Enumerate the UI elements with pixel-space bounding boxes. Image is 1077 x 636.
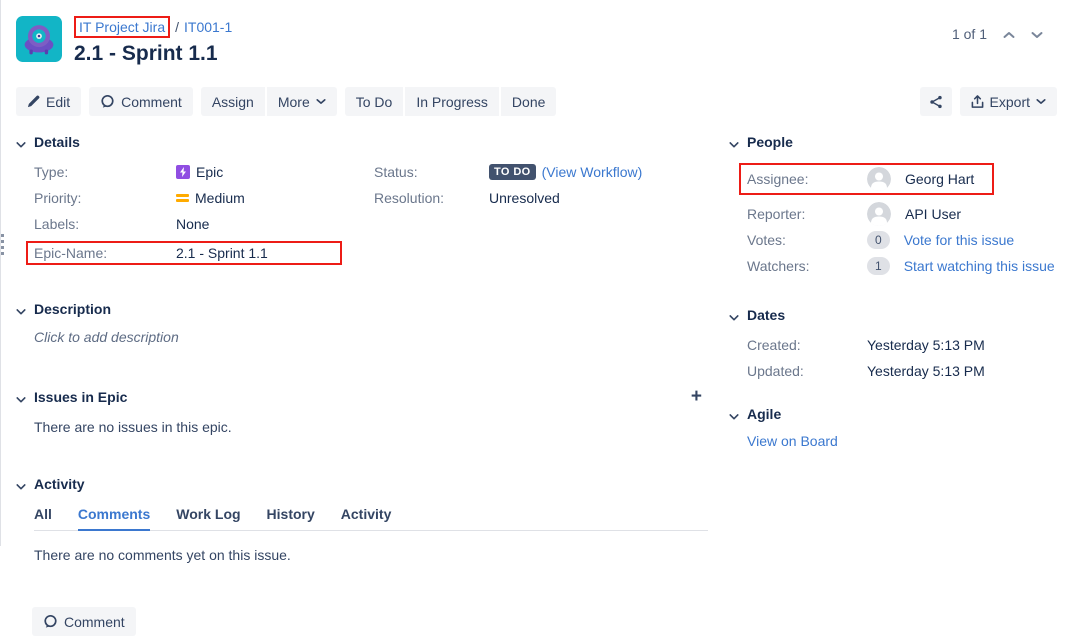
description-placeholder[interactable]: Click to add description (34, 329, 708, 345)
field-resolution: Resolution: Unresolved (374, 189, 708, 207)
chevron-down-icon[interactable] (16, 479, 26, 489)
upload-icon (971, 95, 984, 109)
edit-button[interactable]: Edit (16, 87, 81, 116)
reporter-name: API User (905, 205, 961, 223)
footer-comment-button[interactable]: Comment (32, 607, 136, 636)
details-title: Details (34, 134, 80, 150)
description-section: Description Click to add description (16, 301, 708, 345)
medium-priority-bars-icon (176, 193, 189, 203)
issue-content: Details Type: Epic Priority: (0, 116, 1077, 636)
chevron-down-icon[interactable] (729, 137, 739, 147)
annotation-box-assignee: Assignee: Georg Hart (739, 163, 994, 195)
issues-in-epic-section: Issues in Epic + There are no issues in … (16, 389, 708, 435)
agile-title: Agile (747, 406, 781, 422)
field-type: Type: Epic (34, 163, 374, 181)
breadcrumb: IT Project Jira / IT001-1 (74, 16, 232, 38)
field-votes: Votes: 0 Vote for this issue (747, 231, 1057, 249)
activity-section: Activity All Comments Work Log History A… (16, 476, 708, 563)
breadcrumb-separator: / (175, 18, 179, 36)
assign-more-group: Assign More (201, 87, 337, 116)
comment-button[interactable]: Comment (89, 87, 193, 116)
share-button[interactable] (920, 87, 952, 116)
chevron-down-icon[interactable] (729, 310, 739, 320)
field-status: Status: TO DO (View Workflow) (374, 163, 708, 181)
breadcrumb-issue-key-link[interactable]: IT001-1 (184, 18, 232, 36)
chevron-down-icon[interactable] (16, 392, 26, 402)
chevron-down-icon (1036, 98, 1046, 105)
breadcrumb-project-link[interactable]: IT Project Jira (79, 19, 165, 35)
issues-in-epic-empty-text: There are no issues in this epic. (34, 419, 708, 435)
field-updated: Updated: Yesterday 5:13 PM (747, 362, 1057, 380)
tab-activity[interactable]: Activity (341, 506, 392, 530)
dates-title: Dates (747, 307, 785, 323)
issue-title: 2.1 - Sprint 1.1 (74, 41, 232, 67)
chevron-down-icon[interactable] (16, 137, 26, 147)
tab-all[interactable]: All (34, 506, 52, 530)
chevron-down-icon (316, 98, 326, 105)
left-panel-divider (0, 0, 1, 546)
field-watchers: Watchers: 1 Start watching this issue (747, 257, 1057, 275)
field-epic-name-label: Epic-Name: (34, 245, 176, 261)
issues-in-epic-title: Issues in Epic (34, 389, 127, 405)
speech-bubble-icon (100, 94, 115, 109)
epic-lightning-icon (176, 165, 190, 179)
issue-pager: 1 of 1 (952, 16, 1057, 42)
details-section: Details Type: Epic Priority: (16, 134, 708, 265)
pencil-icon (27, 95, 40, 108)
transition-todo-button[interactable]: To Do (345, 87, 404, 116)
annotation-box-epic-name: Epic-Name: 2.1 - Sprint 1.1 (26, 241, 342, 265)
pager-count: 1 of 1 (952, 26, 987, 42)
view-on-board-link[interactable]: View on Board (747, 433, 838, 449)
people-title: People (747, 134, 793, 150)
dates-section: Dates Created: Yesterday 5:13 PM Updated… (729, 307, 1057, 380)
export-button[interactable]: Export (960, 87, 1057, 116)
project-avatar (16, 16, 62, 62)
default-user-avatar-icon (867, 167, 891, 191)
workflow-transition-group: To Do In Progress Done (345, 87, 557, 116)
issue-toolbar: Edit Comment Assign More To Do In Progre… (0, 67, 1077, 116)
default-user-avatar-icon (867, 202, 891, 226)
right-column: People Assignee: Georg Hart Reporter: (708, 134, 1057, 636)
chevron-down-icon[interactable] (1031, 26, 1043, 42)
tab-comments[interactable]: Comments (78, 506, 150, 531)
issue-header: IT Project Jira / IT001-1 2.1 - Sprint 1… (0, 0, 1077, 67)
people-section: People Assignee: Georg Hart Reporter: (729, 134, 1057, 275)
speech-bubble-icon (43, 614, 58, 629)
left-column: Details Type: Epic Priority: (16, 134, 708, 636)
votes-count-badge: 0 (867, 231, 890, 249)
field-labels: Labels: None (34, 215, 374, 233)
watchers-count-badge: 1 (867, 257, 890, 275)
tab-history[interactable]: History (267, 506, 315, 530)
chevron-up-icon[interactable] (1003, 26, 1015, 42)
jira-issue-page: IT Project Jira / IT001-1 2.1 - Sprint 1… (0, 0, 1077, 546)
field-reporter: Reporter: API User (747, 201, 1057, 227)
sidebar-resize-handle[interactable] (1, 234, 5, 262)
watch-link[interactable]: Start watching this issue (904, 257, 1055, 275)
transition-done-button[interactable]: Done (501, 87, 556, 116)
more-button[interactable]: More (267, 87, 337, 116)
tab-work-log[interactable]: Work Log (176, 506, 240, 530)
share-icon (929, 95, 943, 109)
view-workflow-link[interactable]: (View Workflow) (542, 163, 643, 181)
assignee-label: Assignee: (747, 171, 867, 187)
status-lozenge: TO DO (489, 164, 536, 180)
comments-empty-text: There are no comments yet on this issue. (34, 547, 708, 563)
field-created: Created: Yesterday 5:13 PM (747, 336, 1057, 354)
agile-section: Agile View on Board (729, 406, 1057, 449)
transition-in-progress-button[interactable]: In Progress (405, 87, 499, 116)
field-priority: Priority: Medium (34, 189, 374, 207)
annotation-box-project-link: IT Project Jira (74, 16, 170, 38)
assignee-name: Georg Hart (905, 171, 974, 187)
add-issue-to-epic-button[interactable]: + (691, 390, 702, 404)
assign-button[interactable]: Assign (201, 87, 265, 116)
chevron-down-icon[interactable] (16, 304, 26, 314)
activity-tabs: All Comments Work Log History Activity (34, 506, 708, 531)
description-title: Description (34, 301, 111, 317)
activity-title: Activity (34, 476, 85, 492)
chevron-down-icon[interactable] (729, 409, 739, 419)
field-epic-name-value: 2.1 - Sprint 1.1 (176, 245, 268, 261)
vote-link[interactable]: Vote for this issue (904, 231, 1015, 249)
